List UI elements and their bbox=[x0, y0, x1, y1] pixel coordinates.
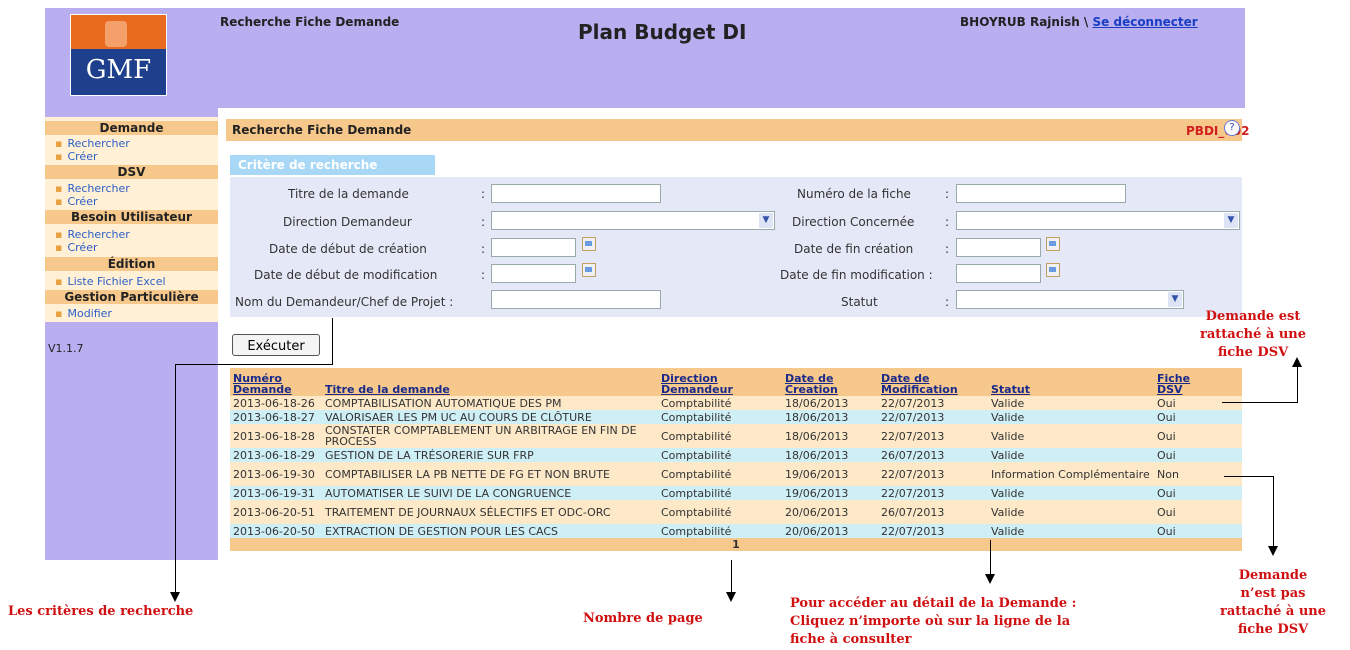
connector-line bbox=[1222, 402, 1298, 403]
colon: : bbox=[481, 215, 486, 229]
calendar-icon[interactable] bbox=[582, 263, 596, 277]
colon: : bbox=[945, 295, 950, 309]
label-titre: Titre de la demande bbox=[288, 187, 409, 201]
connector-line bbox=[175, 364, 333, 365]
nom-demandeur-input[interactable] bbox=[491, 290, 661, 309]
col-numero[interactable]: Numéro Demande bbox=[230, 368, 322, 396]
label-direction-concernee: Direction Concernée bbox=[792, 215, 915, 229]
sidebar-item-liste-excel[interactable]: Liste Fichier Excel bbox=[55, 275, 165, 288]
connector-line bbox=[1273, 476, 1274, 546]
colon: : bbox=[481, 268, 486, 282]
note-criteres: Les critères de recherche bbox=[8, 604, 194, 619]
connector-line bbox=[990, 540, 991, 574]
numero-input[interactable] bbox=[956, 184, 1126, 203]
label-date-debut-modification: Date de début de modification bbox=[254, 268, 438, 282]
colon: : bbox=[945, 215, 950, 229]
chevron-down-icon: ▼ bbox=[1224, 213, 1238, 228]
col-statut[interactable]: Statut bbox=[988, 368, 1154, 396]
sidebar-item-modifier[interactable]: Modifier bbox=[55, 307, 111, 320]
connector-line bbox=[332, 318, 333, 364]
results-table: Numéro Demande Titre de la demande Direct… bbox=[230, 368, 1242, 551]
statut-select[interactable]: ▼ bbox=[956, 290, 1184, 309]
label-nom-demandeur: Nom du Demandeur/Chef de Projet : bbox=[235, 295, 454, 309]
table-row[interactable]: 2013-06-18-26 COMPTABILISATION AUTOMATIQU… bbox=[230, 396, 1242, 410]
help-icon[interactable]: ? bbox=[1224, 120, 1240, 136]
calendar-icon[interactable] bbox=[1046, 237, 1060, 251]
date-fin-creation-input[interactable] bbox=[956, 238, 1041, 257]
arrow-down-icon bbox=[170, 592, 180, 602]
sidebar-item-demande-creer[interactable]: Créer bbox=[55, 150, 97, 163]
sidebar-item-demande-rechercher[interactable]: Rechercher bbox=[55, 137, 129, 150]
tab-critere-recherche[interactable]: Critère de recherche bbox=[230, 155, 435, 175]
version-label: V1.1.7 bbox=[48, 342, 84, 355]
arrow-down-icon bbox=[1268, 546, 1278, 556]
table-row[interactable]: 2013-06-18-27 VALORISAER LES PM UC AU COU… bbox=[230, 410, 1242, 424]
note-non-rattache: Demande n’est pas rattaché à une fiche D… bbox=[1220, 568, 1326, 637]
app-title: Plan Budget DI bbox=[578, 20, 747, 44]
page-number[interactable]: 1 bbox=[230, 538, 1242, 551]
connector-line bbox=[1297, 366, 1298, 403]
note-nombre-page: Nombre de page bbox=[583, 611, 703, 626]
table-row[interactable]: 2013-06-19-30 COMPTABILISER LA PB NETTE D… bbox=[230, 462, 1242, 486]
sidebar-section-edition: Édition bbox=[45, 257, 218, 271]
col-date-modification[interactable]: Date de Modification bbox=[878, 368, 988, 396]
date-debut-creation-input[interactable] bbox=[491, 238, 576, 257]
titre-input[interactable] bbox=[491, 184, 661, 203]
label-date-fin-modification: Date de fin modification : bbox=[780, 268, 933, 282]
colon: : bbox=[945, 242, 950, 256]
col-date-creation[interactable]: Date de Creation bbox=[782, 368, 878, 396]
table-row[interactable]: 2013-06-18-28 CONSTATER COMPTABLEMENT UN … bbox=[230, 424, 1242, 448]
user-info: BHOYRUB Rajnish \ Se déconnecter bbox=[960, 15, 1198, 29]
col-titre[interactable]: Titre de la demande bbox=[322, 368, 658, 396]
gmf-logo: GMF bbox=[70, 14, 167, 96]
col-direction[interactable]: Direction Demandeur bbox=[658, 368, 782, 396]
colon: : bbox=[481, 242, 486, 256]
label-statut: Statut bbox=[841, 295, 878, 309]
sidebar-section-besoin: Besoin Utilisateur bbox=[45, 210, 218, 224]
direction-demandeur-select[interactable]: ▼ bbox=[491, 211, 775, 230]
label-date-fin-creation: Date de fin création bbox=[794, 242, 914, 256]
sidebar-item-besoin-rechercher[interactable]: Rechercher bbox=[55, 228, 129, 241]
sidebar-section-demande: Demande bbox=[45, 121, 218, 135]
note-rattache: Demande est rattaché à une fiche DSV bbox=[1200, 309, 1306, 360]
chevron-down-icon: ▼ bbox=[1168, 292, 1182, 307]
note-acceder: Pour accéder au détail de la Demande : C… bbox=[790, 596, 1077, 647]
colon: : bbox=[481, 187, 486, 201]
date-fin-modification-input[interactable] bbox=[956, 264, 1041, 283]
label-direction-demandeur: Direction Demandeur bbox=[283, 215, 412, 229]
calendar-icon[interactable] bbox=[1046, 263, 1060, 277]
executer-button[interactable]: Exécuter bbox=[232, 334, 320, 356]
page-title: Recherche Fiche Demande bbox=[232, 123, 412, 137]
logo-text: GMF bbox=[85, 55, 152, 85]
col-fiche-dsv[interactable]: Fiche DSV bbox=[1154, 368, 1242, 396]
colon: : bbox=[945, 187, 950, 201]
pagination-row: 1 bbox=[230, 538, 1242, 551]
sidebar-section-gestion: Gestion Particulière bbox=[45, 290, 218, 304]
sidebar-section-dsv: DSV bbox=[45, 165, 218, 179]
label-numero: Numéro de la fiche bbox=[797, 187, 911, 201]
calendar-icon[interactable] bbox=[582, 237, 596, 251]
logout-link[interactable]: Se déconnecter bbox=[1093, 15, 1198, 29]
table-row[interactable]: 2013-06-18-29 GESTION DE LA TRÉSORERIE SU… bbox=[230, 448, 1242, 462]
arrow-down-icon bbox=[985, 574, 995, 584]
sidebar-item-besoin-creer[interactable]: Créer bbox=[55, 241, 97, 254]
sidebar-item-dsv-creer[interactable]: Créer bbox=[55, 195, 97, 208]
user-name: BHOYRUB Rajnish \ bbox=[960, 15, 1089, 29]
direction-concernee-select[interactable]: ▼ bbox=[956, 211, 1240, 230]
connector-line bbox=[175, 364, 176, 592]
sidebar-item-dsv-rechercher[interactable]: Rechercher bbox=[55, 182, 129, 195]
table-row[interactable]: 2013-06-20-51 TRAITEMENT DE JOURNAUX SÉLE… bbox=[230, 500, 1242, 524]
connector-line bbox=[731, 560, 732, 592]
label-date-debut-creation: Date de début de création bbox=[269, 242, 427, 256]
table-row[interactable]: 2013-06-20-50 EXTRACTION DE GESTION POUR … bbox=[230, 524, 1242, 538]
breadcrumb: Recherche Fiche Demande bbox=[220, 15, 400, 29]
table-row[interactable]: 2013-06-19-31 AUTOMATISER LE SUIVI DE LA … bbox=[230, 486, 1242, 500]
arrow-down-icon bbox=[726, 592, 736, 602]
chevron-down-icon: ▼ bbox=[759, 213, 773, 228]
connector-line bbox=[1224, 476, 1274, 477]
date-debut-modification-input[interactable] bbox=[491, 264, 576, 283]
